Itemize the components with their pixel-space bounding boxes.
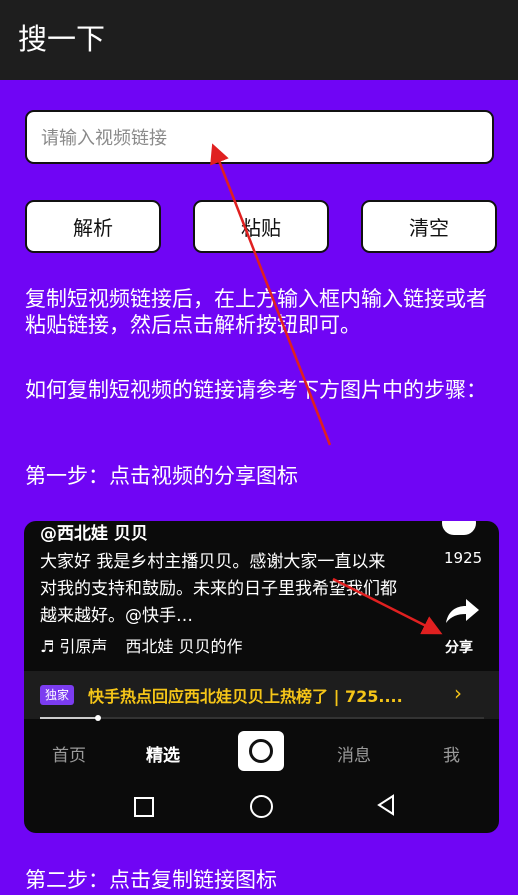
step-one-text: 第一步：点击视频的分享图标 bbox=[25, 464, 298, 488]
bottom-tabs: 首页 精选 消息 我 bbox=[24, 731, 499, 771]
record-icon bbox=[238, 731, 284, 771]
tab-messages: 消息 bbox=[337, 746, 371, 766]
video-link-input[interactable] bbox=[41, 123, 481, 153]
exclusive-badge: 独家 bbox=[40, 685, 75, 705]
banner-text: 快手热点回应西北娃贝贝上热榜了 | 725.... bbox=[88, 687, 403, 706]
app-bar: 搜一下 bbox=[0, 0, 518, 80]
share-icon bbox=[446, 599, 479, 623]
chevron-right-icon: › bbox=[454, 681, 462, 705]
music-name: 西北娃 贝贝的作 bbox=[125, 637, 243, 656]
system-nav-bar bbox=[24, 783, 499, 833]
back-icon bbox=[377, 794, 394, 816]
example-screenshot: @西北娃 贝贝 大家好 我是乡村主播贝贝。感谢大家一直以来对我的支持和鼓励。未来… bbox=[24, 521, 499, 833]
recents-icon bbox=[134, 797, 154, 817]
parse-button[interactable]: 解析 bbox=[25, 200, 161, 253]
tab-home: 首页 bbox=[52, 746, 86, 766]
tab-featured: 精选 bbox=[146, 746, 180, 766]
video-description: 大家好 我是乡村主播贝贝。感谢大家一直以来对我的支持和鼓励。未来的日子里我希望我… bbox=[40, 552, 397, 626]
share-label: 分享 bbox=[445, 640, 473, 656]
tab-me: 我 bbox=[443, 746, 460, 766]
paste-button[interactable]: 粘贴 bbox=[193, 200, 329, 253]
progress-fill bbox=[40, 717, 98, 719]
comment-icon bbox=[442, 521, 476, 535]
comment-count: 1925 bbox=[444, 549, 483, 567]
video-progress bbox=[40, 715, 484, 721]
music-prefix: ♬ 引原声 bbox=[40, 637, 108, 656]
step-two-text: 第二步：点击复制链接图标 bbox=[25, 868, 277, 892]
home-icon bbox=[250, 795, 273, 818]
clear-button[interactable]: 清空 bbox=[361, 200, 497, 253]
app-title: 搜一下 bbox=[18, 22, 106, 56]
hot-banner: 独家 快手热点回应西北娃贝贝上热榜了 | 725.... › bbox=[24, 671, 499, 719]
video-link-field[interactable] bbox=[25, 110, 494, 164]
howto-text: 如何复制短视频的链接请参考下方图片中的步骤： bbox=[25, 378, 487, 402]
video-author: @西北娃 贝贝 bbox=[40, 524, 148, 544]
music-info: ♬ 引原声 西北娃 贝贝的作 bbox=[40, 633, 243, 657]
instruction-text: 复制短视频链接后，在上方输入框内输入链接或者粘贴链接，然后点击解析按钮即可。 bbox=[25, 287, 487, 337]
progress-knob bbox=[94, 715, 101, 721]
